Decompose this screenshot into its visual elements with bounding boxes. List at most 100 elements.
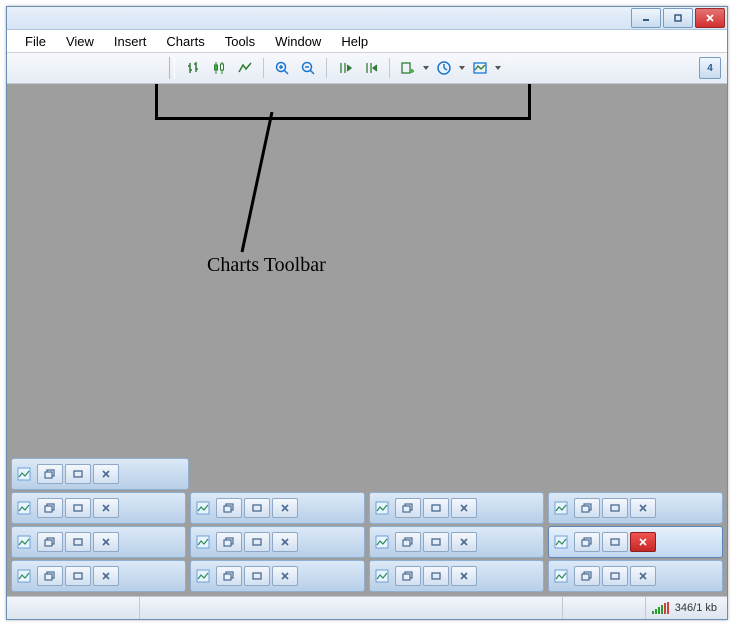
close-button[interactable]	[451, 498, 477, 518]
restore-button[interactable]	[37, 464, 63, 484]
chart-window-icon	[15, 567, 33, 585]
restore-button[interactable]	[37, 498, 63, 518]
restore-button[interactable]	[574, 532, 600, 552]
maximize-button[interactable]	[602, 532, 628, 552]
periodicity-dropdown[interactable]	[458, 57, 466, 79]
close-button[interactable]	[451, 566, 477, 586]
minimized-chart-window[interactable]	[11, 526, 186, 558]
chart-window-icon	[194, 533, 212, 551]
close-button[interactable]	[630, 532, 656, 552]
restore-button[interactable]	[395, 498, 421, 518]
restore-button[interactable]	[216, 498, 242, 518]
menu-window[interactable]: Window	[265, 32, 331, 51]
zoom-out-button[interactable]	[296, 56, 320, 80]
minimized-chart-window[interactable]	[548, 560, 723, 592]
close-button[interactable]	[272, 532, 298, 552]
chart-window-icon	[552, 499, 570, 517]
maximize-button[interactable]	[602, 498, 628, 518]
minimized-chart-window[interactable]	[190, 492, 365, 524]
line-chart-button[interactable]	[233, 56, 257, 80]
maximize-button[interactable]	[65, 464, 91, 484]
maximize-button[interactable]	[244, 566, 270, 586]
restore-button[interactable]	[37, 566, 63, 586]
maximize-button[interactable]	[244, 498, 270, 518]
minimized-windows-area	[11, 458, 723, 592]
mini-window-row	[11, 492, 723, 524]
restore-button[interactable]	[216, 532, 242, 552]
menu-tools[interactable]: Tools	[215, 32, 265, 51]
minimized-chart-window[interactable]	[190, 560, 365, 592]
toolbar-separator	[389, 58, 390, 78]
close-button[interactable]	[93, 464, 119, 484]
close-button[interactable]	[93, 532, 119, 552]
close-button[interactable]	[93, 498, 119, 518]
menu-insert[interactable]: Insert	[104, 32, 157, 51]
maximize-button[interactable]	[423, 532, 449, 552]
indicators-button[interactable]	[396, 56, 420, 80]
maximize-button[interactable]	[244, 532, 270, 552]
minimized-chart-window[interactable]	[190, 526, 365, 558]
chart-window-icon	[373, 567, 391, 585]
status-cell-1	[7, 597, 140, 619]
maximize-button[interactable]	[423, 566, 449, 586]
chart-window-icon	[15, 533, 33, 551]
auto-scroll-button[interactable]	[359, 56, 383, 80]
minimized-chart-window[interactable]	[11, 492, 186, 524]
minimized-chart-window[interactable]	[369, 560, 544, 592]
restore-button[interactable]	[574, 498, 600, 518]
menu-help[interactable]: Help	[331, 32, 378, 51]
toolbar-separator	[263, 58, 264, 78]
minimized-chart-window[interactable]	[548, 526, 723, 558]
annotation-label: Charts Toolbar	[207, 254, 326, 277]
minimized-chart-window[interactable]	[369, 526, 544, 558]
toolbar-grip-icon[interactable]	[169, 57, 175, 79]
maximize-button[interactable]	[423, 498, 449, 518]
maximize-button[interactable]	[65, 498, 91, 518]
annotation-box	[155, 84, 531, 120]
restore-button[interactable]	[216, 566, 242, 586]
close-button[interactable]	[93, 566, 119, 586]
bar-chart-button[interactable]	[181, 56, 205, 80]
candlestick-button[interactable]	[207, 56, 231, 80]
close-button[interactable]	[630, 566, 656, 586]
close-button[interactable]	[630, 498, 656, 518]
menu-view[interactable]: View	[56, 32, 104, 51]
minimized-chart-window[interactable]	[11, 560, 186, 592]
connection-status[interactable]: 346/1 kb	[646, 597, 727, 619]
signal-bars-icon	[652, 602, 669, 614]
templates-dropdown[interactable]	[494, 57, 502, 79]
minimized-chart-window[interactable]	[369, 492, 544, 524]
chart-window-icon	[373, 533, 391, 551]
chart-window-icon	[194, 567, 212, 585]
chart-window-icon	[194, 499, 212, 517]
maximize-button[interactable]	[602, 566, 628, 586]
toolbar-row: 4	[7, 53, 727, 84]
indicators-dropdown[interactable]	[422, 57, 430, 79]
chart-window-icon	[373, 499, 391, 517]
maximize-button[interactable]	[65, 566, 91, 586]
maximize-button[interactable]	[65, 532, 91, 552]
maximize-button[interactable]	[663, 8, 693, 28]
templates-button[interactable]	[468, 56, 492, 80]
minimized-chart-window[interactable]	[11, 458, 189, 490]
restore-button[interactable]	[574, 566, 600, 586]
minimize-button[interactable]	[631, 8, 661, 28]
close-button[interactable]	[451, 532, 477, 552]
close-button[interactable]	[272, 498, 298, 518]
close-button[interactable]	[272, 566, 298, 586]
chart-shift-button[interactable]	[333, 56, 357, 80]
restore-button[interactable]	[395, 566, 421, 586]
restore-button[interactable]	[395, 532, 421, 552]
mini-window-row	[11, 560, 723, 592]
app-window: File View Insert Charts Tools Window Hel…	[6, 6, 728, 620]
restore-button[interactable]	[37, 532, 63, 552]
toolbar-separator	[326, 58, 327, 78]
alerts-badge[interactable]: 4	[699, 57, 721, 79]
menu-file[interactable]: File	[15, 32, 56, 51]
zoom-in-button[interactable]	[270, 56, 294, 80]
periodicity-button[interactable]	[432, 56, 456, 80]
menu-charts[interactable]: Charts	[156, 32, 214, 51]
close-button[interactable]	[695, 8, 725, 28]
minimized-chart-window[interactable]	[548, 492, 723, 524]
chart-window-icon	[15, 465, 33, 483]
